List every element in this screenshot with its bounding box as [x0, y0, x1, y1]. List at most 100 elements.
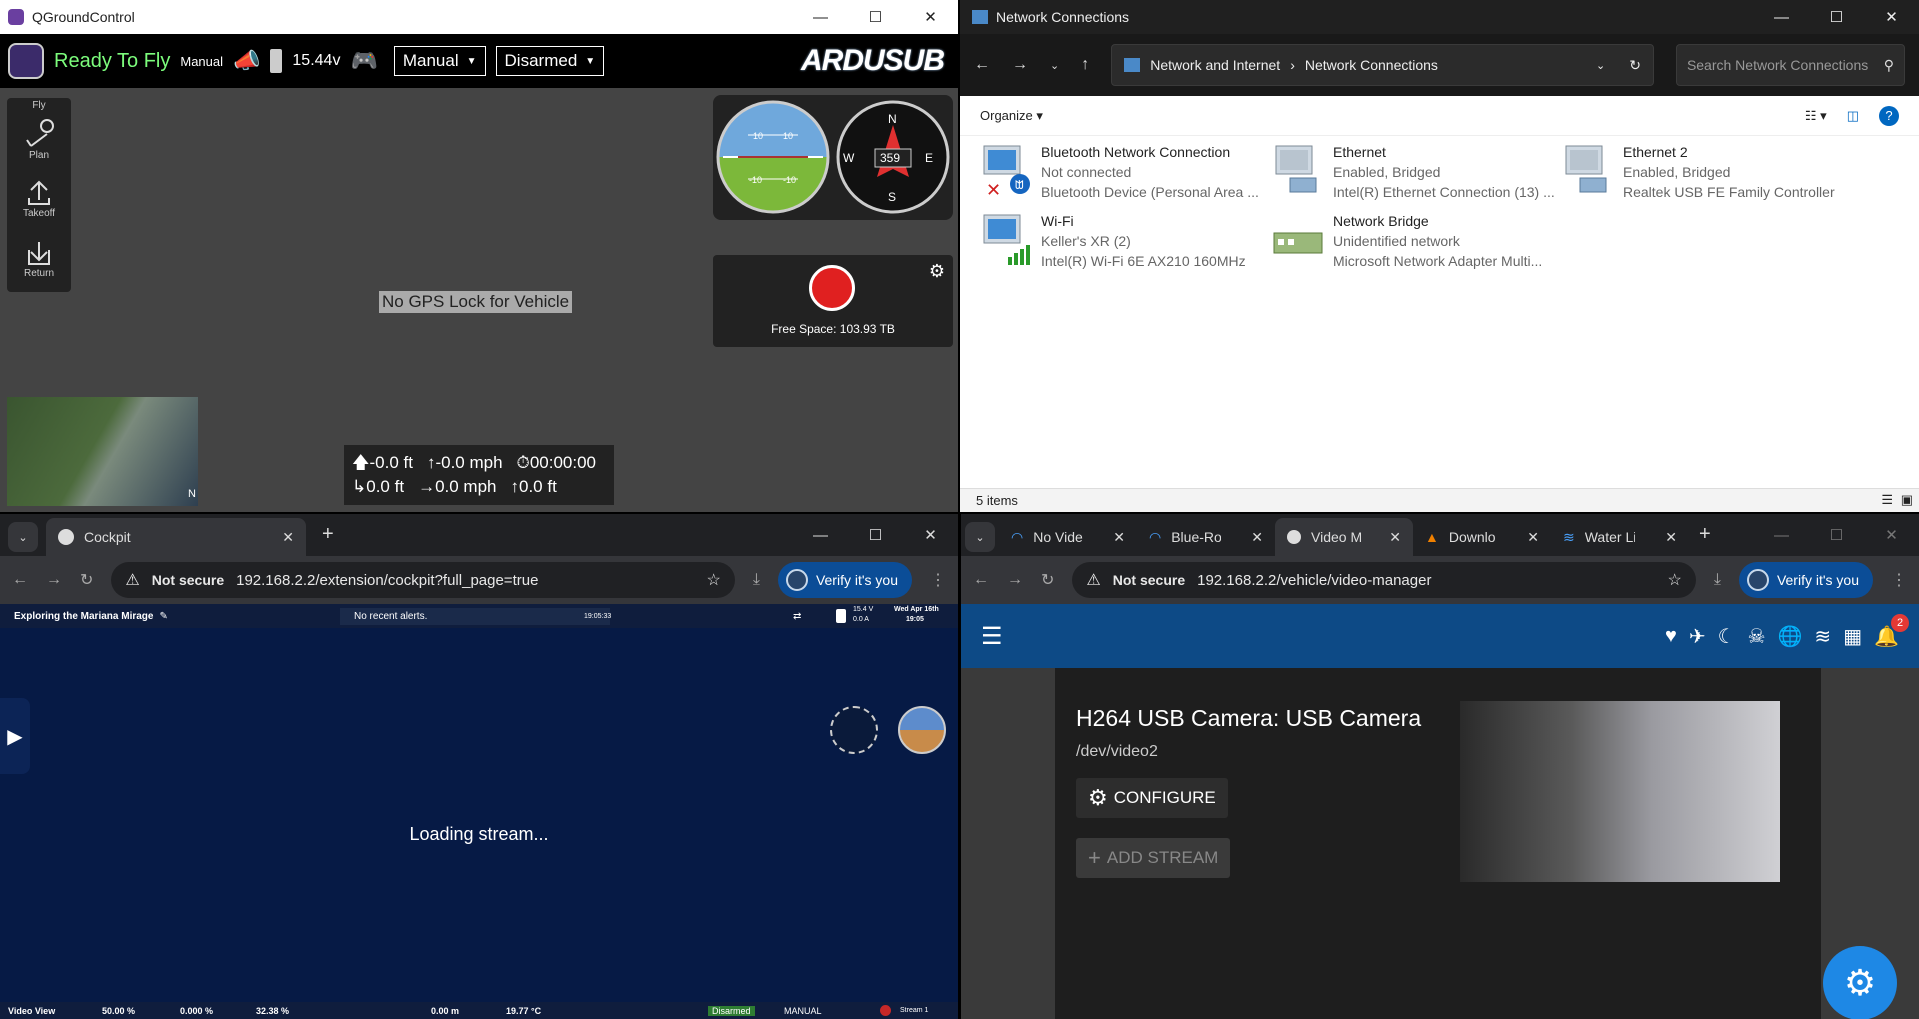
- view-options-icon[interactable]: ☷ ▾: [1805, 108, 1827, 124]
- swap-icon[interactable]: ⇄: [793, 611, 801, 622]
- search-input[interactable]: Search Network Connections ⚲: [1675, 44, 1905, 86]
- return-button[interactable]: Return: [7, 238, 71, 284]
- breadcrumb-network-internet[interactable]: Network and Internet: [1150, 57, 1280, 73]
- minimize-button[interactable]: —: [1754, 0, 1809, 34]
- satellite-icon[interactable]: ✈: [1689, 624, 1706, 649]
- tab-no-video[interactable]: ◠ No Vide ✕: [999, 518, 1137, 556]
- back-arrow-icon[interactable]: ←: [973, 571, 989, 589]
- forward-arrow-icon[interactable]: →: [46, 571, 62, 589]
- tab-cockpit[interactable]: Cockpit ✕: [46, 518, 306, 556]
- connection-ethernet[interactable]: Ethernet Enabled, Bridged Intel(R) Ether…: [1270, 142, 1560, 206]
- reload-icon[interactable]: ↻: [80, 570, 93, 590]
- camera-thumbnail[interactable]: [1460, 701, 1780, 882]
- wifi-icon[interactable]: ≋: [1814, 624, 1831, 649]
- record-button[interactable]: [809, 265, 855, 311]
- record-dot-icon[interactable]: [880, 1005, 891, 1016]
- back-arrow-icon[interactable]: ←: [12, 571, 28, 589]
- connection-network-bridge[interactable]: Network Bridge Unidentified network Micr…: [1270, 211, 1560, 275]
- breadcrumb-network-connections[interactable]: Network Connections: [1305, 57, 1438, 73]
- battery-icon[interactable]: [270, 49, 283, 73]
- close-button[interactable]: ✕: [903, 0, 958, 34]
- url-text[interactable]: 192.168.2.2/vehicle/video-manager: [1197, 572, 1431, 589]
- globe-icon[interactable]: 🌐: [1778, 624, 1803, 649]
- new-tab-button[interactable]: +: [322, 523, 334, 546]
- voltage-value[interactable]: 15.44v: [292, 52, 340, 70]
- maximize-button[interactable]: ☐: [1809, 514, 1864, 556]
- up-arrow-icon[interactable]: ↑: [1081, 56, 1089, 74]
- heartbeat-icon[interactable]: ♥: [1665, 625, 1677, 648]
- gear-icon[interactable]: ⚙: [929, 261, 945, 282]
- megaphone-icon[interactable]: 📣: [233, 48, 260, 74]
- bookmark-star-icon[interactable]: ☆: [707, 570, 721, 590]
- tab-downloads[interactable]: ▲ Downlo ✕: [1413, 518, 1551, 556]
- takeoff-button[interactable]: Takeoff: [7, 178, 71, 224]
- back-arrow-icon[interactable]: ←: [974, 56, 990, 74]
- expand-sidebar-button[interactable]: ▶: [0, 698, 30, 774]
- moon-icon[interactable]: ☾: [1718, 624, 1736, 649]
- connection-ethernet-2[interactable]: Ethernet 2 Enabled, Bridged Realtek USB …: [1560, 142, 1850, 206]
- menu-dots-icon[interactable]: ⋮: [930, 570, 946, 590]
- attitude-widget-icon[interactable]: [898, 706, 946, 754]
- maximize-button[interactable]: ☐: [848, 514, 903, 556]
- close-button[interactable]: ✕: [903, 514, 958, 556]
- tab-search-icon[interactable]: ⌄: [965, 522, 995, 552]
- plan-button[interactable]: Plan: [7, 116, 71, 162]
- minimize-button[interactable]: —: [1754, 514, 1809, 556]
- forward-arrow-icon[interactable]: →: [1012, 56, 1028, 74]
- close-tab-icon[interactable]: ✕: [1389, 529, 1401, 546]
- download-icon[interactable]: ⤓: [753, 571, 760, 589]
- verify-button[interactable]: Verify it's you: [777, 562, 912, 598]
- bell-icon[interactable]: 🔔 2: [1874, 613, 1909, 649]
- qgc-logo-icon[interactable]: [8, 43, 44, 79]
- mode-selector[interactable]: MANUAL: [784, 1006, 822, 1016]
- large-icons-view-icon[interactable]: ▣: [1901, 492, 1913, 508]
- minimize-button[interactable]: —: [793, 0, 848, 34]
- tab-search-icon[interactable]: ⌄: [8, 522, 38, 552]
- url-text[interactable]: 192.168.2.2/extension/cockpit?full_page=…: [236, 572, 538, 589]
- minimize-button[interactable]: —: [793, 514, 848, 556]
- arm-status[interactable]: Disarmed: [708, 1005, 755, 1016]
- compass-widget-icon[interactable]: [830, 706, 878, 754]
- alerts-box[interactable]: No recent alerts.: [340, 607, 610, 625]
- maximize-button[interactable]: ☐: [848, 0, 903, 34]
- bookmark-star-icon[interactable]: ☆: [1668, 570, 1682, 590]
- ready-status[interactable]: Ready To Fly: [54, 50, 170, 73]
- breadcrumb[interactable]: Network and Internet › Network Connectio…: [1111, 44, 1654, 86]
- new-tab-button[interactable]: +: [1699, 523, 1711, 546]
- view-selector[interactable]: Video View: [8, 1006, 55, 1016]
- close-tab-icon[interactable]: ✕: [282, 529, 294, 546]
- mini-map[interactable]: N: [7, 397, 198, 506]
- mission-name[interactable]: Exploring the Mariana Mirage: [14, 611, 153, 622]
- close-tab-icon[interactable]: ✕: [1527, 529, 1539, 546]
- flight-mode-select[interactable]: Manual ▼: [393, 46, 486, 76]
- organize-button[interactable]: Organize ▾: [980, 108, 1043, 124]
- arm-select[interactable]: Disarmed ▼: [495, 46, 605, 76]
- verify-button[interactable]: Verify it's you: [1738, 562, 1873, 598]
- tab-video-manager[interactable]: Video M ✕: [1275, 518, 1413, 556]
- mode-indicator[interactable]: Manual: [180, 54, 223, 69]
- menu-dots-icon[interactable]: ⋮: [1891, 570, 1907, 590]
- ethernet-icon[interactable]: ▦: [1843, 624, 1862, 649]
- maximize-button[interactable]: ☐: [1809, 0, 1864, 34]
- refresh-icon[interactable]: ↻: [1629, 57, 1641, 74]
- details-view-icon[interactable]: ☰: [1881, 492, 1893, 508]
- recent-chevron-icon[interactable]: ⌄: [1050, 59, 1059, 72]
- help-icon[interactable]: ?: [1879, 105, 1899, 126]
- settings-fab[interactable]: ⚙: [1823, 946, 1897, 1019]
- connection-wifi[interactable]: Wi-Fi Keller's XR (2) Intel(R) Wi-Fi 6E …: [978, 211, 1268, 275]
- chevron-down-icon[interactable]: ⌄: [1596, 59, 1605, 72]
- joystick-icon[interactable]: 🎮: [350, 48, 377, 74]
- configure-button[interactable]: ⚙ CONFIGURE: [1076, 778, 1228, 818]
- hamburger-menu-icon[interactable]: ☰: [981, 622, 1003, 651]
- preview-pane-icon[interactable]: ◫: [1847, 108, 1859, 124]
- close-tab-icon[interactable]: ✕: [1251, 529, 1263, 546]
- close-tab-icon[interactable]: ✕: [1113, 529, 1125, 546]
- edit-icon[interactable]: ✎: [159, 611, 167, 622]
- address-bar[interactable]: ⚠ Not secure 192.168.2.2/vehicle/video-m…: [1072, 562, 1696, 598]
- close-button[interactable]: ✕: [1864, 0, 1919, 34]
- address-bar[interactable]: ⚠ Not secure 192.168.2.2/extension/cockp…: [111, 562, 735, 598]
- connection-bluetooth[interactable]: ✕ ᗻ Bluetooth Network Connection Not conn…: [978, 142, 1268, 206]
- tab-water-linked[interactable]: ≋ Water Li ✕: [1551, 518, 1689, 556]
- add-stream-button[interactable]: + ADD STREAM: [1076, 838, 1231, 878]
- reload-icon[interactable]: ↻: [1041, 570, 1054, 590]
